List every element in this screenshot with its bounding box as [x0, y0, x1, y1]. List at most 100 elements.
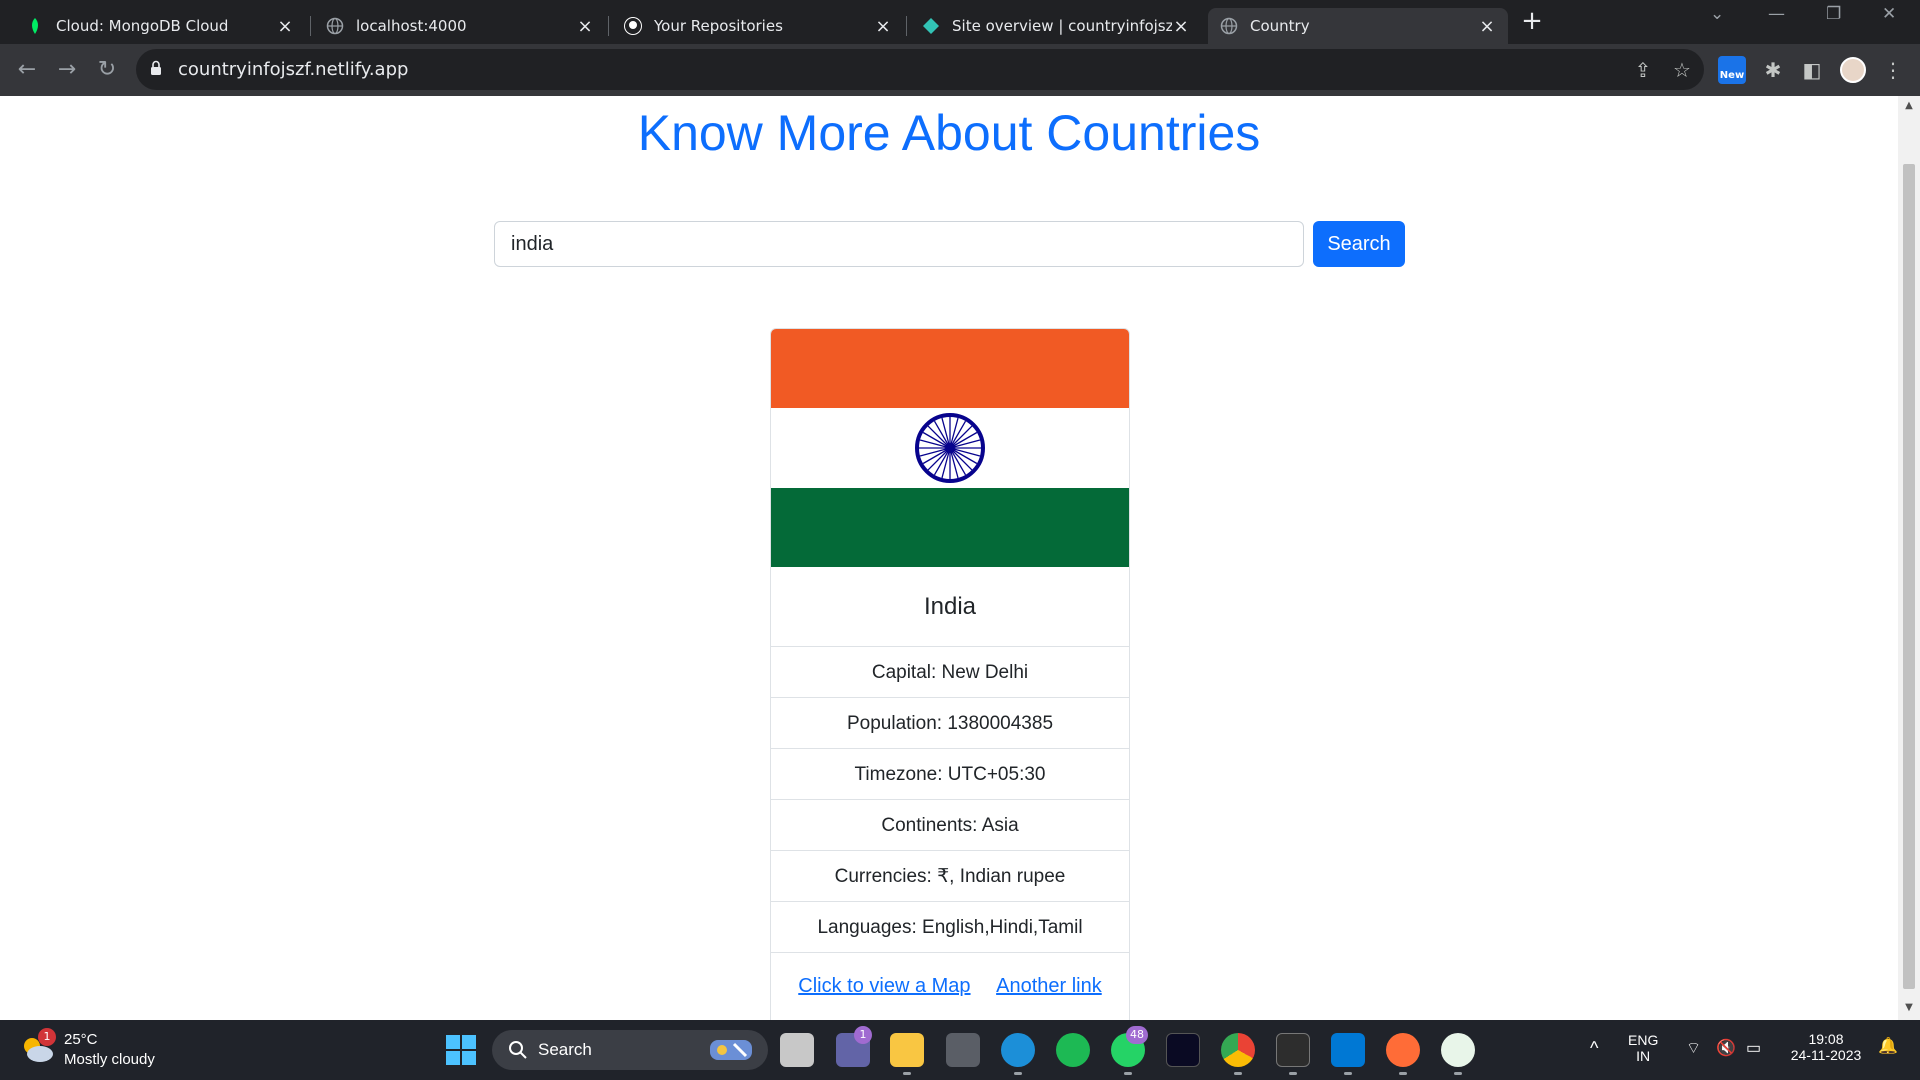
tab-search-icon[interactable]: ⌄ — [1710, 4, 1724, 24]
mongodb-compass-icon[interactable] — [1441, 1033, 1475, 1067]
teams-badge: 1 — [854, 1026, 872, 1044]
clock[interactable]: 19:08 24-11-2023 — [1784, 1031, 1868, 1063]
share-icon[interactable]: ⇪ — [1630, 57, 1656, 83]
whatsapp-badge: 48 — [1126, 1026, 1148, 1044]
side-panel-icon[interactable]: ◧ — [1799, 57, 1825, 83]
tab-country[interactable]: Country × — [1208, 8, 1508, 44]
terminal-icon[interactable] — [1276, 1033, 1310, 1067]
search-icon — [509, 1041, 527, 1059]
spotify-icon[interactable] — [1056, 1033, 1090, 1067]
country-search-input[interactable] — [494, 221, 1304, 267]
task-view-icon[interactable] — [780, 1033, 814, 1067]
netlify-icon — [922, 17, 940, 35]
chrome-icon[interactable] — [1221, 1033, 1255, 1067]
tab-github[interactable]: Your Repositories × — [612, 8, 904, 44]
running-indicator — [1014, 1072, 1022, 1075]
search-button[interactable]: Search — [1313, 221, 1405, 267]
another-link[interactable]: Another link — [996, 975, 1102, 997]
weather-temperature: 25°C — [64, 1031, 98, 1048]
postman-icon[interactable] — [1386, 1033, 1420, 1067]
taskbar: 1 25°C Mostly cloudy Search 1 48 ^ ENG I… — [0, 1020, 1920, 1080]
restore-icon[interactable]: ❐ — [1826, 4, 1841, 24]
close-tab-icon[interactable]: × — [576, 16, 594, 37]
page-title: Know More About Countries — [637, 105, 1261, 161]
battery-icon[interactable]: ▭ — [1746, 1038, 1761, 1058]
language-indicator[interactable]: ENG IN — [1628, 1032, 1658, 1064]
forward-icon[interactable]: → — [53, 56, 81, 84]
browser-toolbar: ← → ↻ countryinfojszf.netlify.app ⇪ ☆ Ne… — [0, 44, 1920, 96]
profile-avatar[interactable] — [1840, 57, 1866, 83]
weather-condition: Mostly cloudy — [64, 1051, 155, 1068]
calculator-icon[interactable] — [946, 1033, 980, 1067]
running-indicator — [1289, 1072, 1297, 1075]
taskbar-search-box[interactable]: Search — [492, 1030, 768, 1070]
freecodecamp-icon[interactable] — [1166, 1033, 1200, 1067]
scrollbar-thumb[interactable] — [1903, 164, 1915, 989]
reload-icon[interactable]: ↻ — [93, 56, 121, 84]
timezone-item: Timezone: UTC+05:30 — [771, 749, 1129, 800]
address-bar[interactable]: countryinfojszf.netlify.app — [136, 49, 1704, 90]
menu-kebab-icon[interactable]: ⋮ — [1880, 57, 1906, 83]
scroll-down-icon[interactable]: ▼ — [1898, 1002, 1920, 1013]
clock-date: 24-11-2023 — [1790, 1047, 1862, 1063]
weather-alert-badge: 1 — [38, 1028, 56, 1046]
close-tab-icon[interactable]: × — [1478, 16, 1496, 37]
tab-mongodb[interactable]: Cloud: MongoDB Cloud × — [14, 8, 306, 44]
file-explorer-icon[interactable] — [890, 1033, 924, 1067]
show-hidden-icons-chevron[interactable]: ^ — [1590, 1038, 1598, 1059]
population-item: Population: 1380004385 — [771, 698, 1129, 749]
windows-start-icon[interactable] — [446, 1035, 476, 1065]
tab-title: Country — [1250, 17, 1310, 35]
url-text: countryinfojszf.netlify.app — [178, 59, 409, 80]
running-indicator — [1454, 1072, 1462, 1075]
running-indicator — [1399, 1072, 1407, 1075]
tab-title: localhost:4000 — [356, 17, 467, 35]
volume-muted-icon[interactable]: 🔇 — [1716, 1038, 1736, 1058]
tab-divider — [310, 16, 311, 36]
clock-time: 19:08 — [1808, 1031, 1844, 1047]
capital-item: Capital: New Delhi — [771, 647, 1129, 698]
tab-localhost[interactable]: localhost:4000 × — [314, 8, 606, 44]
weather-widget[interactable]: 1 25°C Mostly cloudy — [20, 1028, 170, 1072]
lock-icon — [151, 60, 161, 75]
back-icon[interactable]: ← — [13, 56, 41, 84]
globe-icon — [326, 17, 344, 35]
scroll-up-icon[interactable]: ▲ — [1898, 100, 1920, 111]
extensions-icon[interactable]: ✱ — [1760, 57, 1786, 83]
page-scrollbar[interactable]: ▲ ▼ — [1898, 96, 1920, 1020]
edge-icon[interactable] — [1001, 1033, 1035, 1067]
region-code: IN — [1636, 1048, 1651, 1064]
continents-item: Continents: Asia — [771, 800, 1129, 851]
close-window-icon[interactable]: ✕ — [1882, 4, 1896, 24]
close-tab-icon[interactable]: × — [276, 16, 294, 37]
globe-icon — [1220, 17, 1238, 35]
running-indicator — [1124, 1072, 1132, 1075]
new-tab-button[interactable]: + — [1518, 8, 1546, 36]
running-indicator — [1344, 1072, 1352, 1075]
github-icon — [624, 17, 642, 35]
tab-netlify[interactable]: Site overview | countryinfojszf | N × — [910, 8, 1202, 44]
language-code: ENG — [1628, 1032, 1659, 1048]
tab-title: Site overview | countryinfojszf | N — [952, 17, 1172, 35]
currencies-item: Currencies: ₹, Indian rupee — [771, 851, 1129, 902]
flag-saffron-band — [771, 329, 1129, 409]
running-indicator — [903, 1072, 911, 1075]
close-tab-icon[interactable]: × — [874, 16, 892, 37]
languages-item: Languages: English,Hindi,Tamil — [771, 902, 1129, 953]
tab-strip: Cloud: MongoDB Cloud × localhost:4000 × … — [0, 0, 1920, 44]
country-name: India — [771, 567, 1129, 647]
tab-title: Your Repositories — [654, 17, 783, 35]
notification-bell-icon[interactable]: 🔔 — [1878, 1036, 1898, 1056]
tab-title: Cloud: MongoDB Cloud — [56, 17, 229, 35]
new-feature-badge[interactable]: New — [1718, 56, 1746, 84]
bookmark-star-icon[interactable]: ☆ — [1669, 57, 1695, 83]
wifi-icon[interactable]: ⌔ — [1686, 1038, 1701, 1058]
close-tab-icon[interactable]: × — [1172, 16, 1190, 37]
minimize-icon[interactable]: — — [1768, 4, 1785, 24]
view-map-link[interactable]: Click to view a Map — [798, 975, 970, 997]
tab-divider — [906, 16, 907, 36]
vscode-icon[interactable] — [1331, 1033, 1365, 1067]
flag-green-band — [771, 487, 1129, 567]
ashoka-chakra-icon — [915, 413, 985, 483]
country-card: India Capital: New Delhi Population: 138… — [770, 328, 1130, 1020]
